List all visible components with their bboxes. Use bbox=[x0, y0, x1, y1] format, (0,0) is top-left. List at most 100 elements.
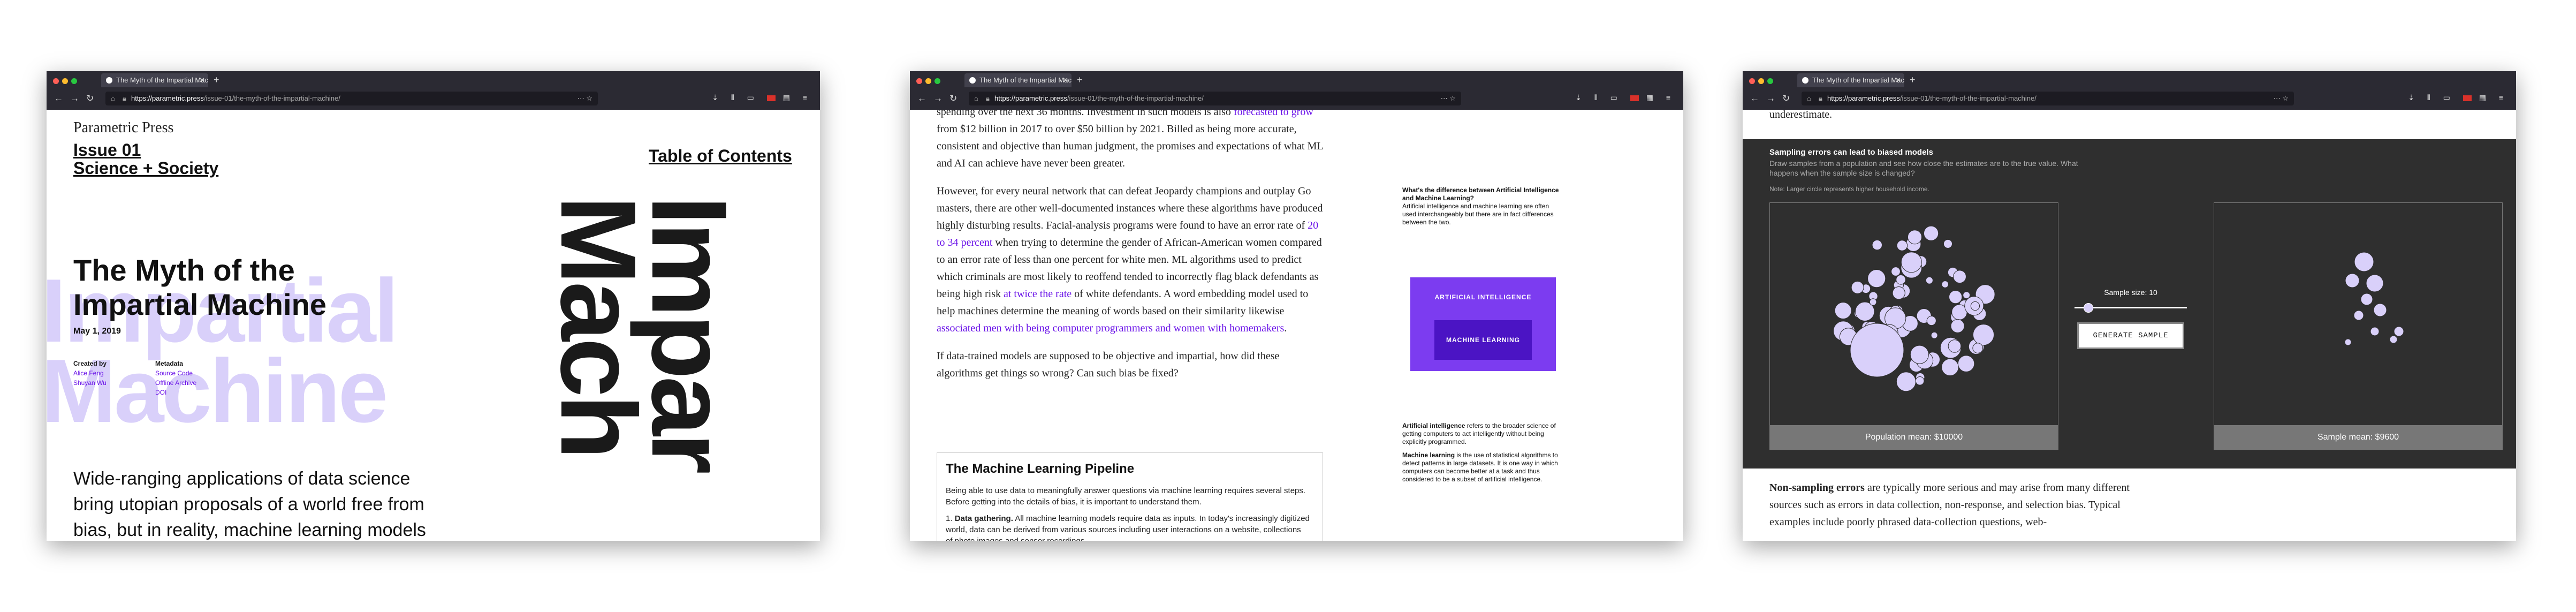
close-window-button[interactable] bbox=[1749, 78, 1755, 84]
sidebar-question: What's the difference between Artificial… bbox=[1402, 186, 1559, 202]
minimize-window-button[interactable] bbox=[925, 78, 931, 84]
authors-block: Created by Alice Feng Shuyan Wu bbox=[73, 359, 107, 388]
back-button[interactable]: ← bbox=[1750, 93, 1759, 104]
viz-subtitle: Draw samples from a population and see h… bbox=[1769, 159, 2078, 177]
section-link[interactable]: Science + Society bbox=[73, 159, 218, 177]
rotated-word-mach: Mach bbox=[538, 195, 658, 457]
household-circle bbox=[1907, 230, 1922, 245]
page-content: Impartial Machine Parametric Press Issue… bbox=[47, 110, 820, 541]
bookmark-star-icon[interactable]: ⋯ ☆ bbox=[1441, 92, 1456, 105]
zoom-window-button[interactable] bbox=[71, 78, 77, 84]
close-tab-icon[interactable]: ✕ bbox=[1062, 73, 1068, 87]
bookmark-star-icon[interactable]: ⋯ ☆ bbox=[577, 92, 592, 105]
generate-sample-button[interactable]: GENERATE SAMPLE bbox=[2077, 322, 2184, 349]
minimize-window-button[interactable] bbox=[62, 78, 68, 84]
close-tab-icon[interactable]: ✕ bbox=[199, 73, 205, 87]
page-content: underestimate. Sampling errors can lead … bbox=[1743, 110, 2516, 541]
url-bar[interactable]: ⌂ 🔒︎ https://parametric.press/issue-01/t… bbox=[969, 92, 1461, 105]
browser-chrome: The Myth of the Impartial Mac ✕ + ← → ↻ ⌂… bbox=[47, 71, 820, 110]
url-host: https://parametric.press bbox=[994, 94, 1067, 102]
minimize-window-button[interactable] bbox=[1758, 78, 1764, 84]
browser-window-2: The Myth of the Impartial Mac ✕ + ← → ↻ ⌂… bbox=[910, 71, 1683, 541]
box-list-item: 1. Data gathering. All machine learning … bbox=[946, 513, 1310, 541]
twice-rate-link[interactable]: at twice the rate bbox=[1004, 288, 1072, 300]
sample-panel: Sample mean: $9600 bbox=[2214, 202, 2503, 450]
forward-button[interactable]: → bbox=[1766, 93, 1775, 104]
home-icon[interactable]: ⌂ bbox=[974, 92, 978, 105]
doi-link[interactable]: DOI bbox=[155, 388, 196, 397]
forward-button[interactable]: → bbox=[70, 93, 79, 104]
sidebar-note: What's the difference between Artificial… bbox=[1402, 186, 1563, 226]
browser-chrome: The Myth of the Impartial Mac ✕ + ← → ↻ ⌂… bbox=[910, 71, 1683, 110]
offline-archive-link[interactable]: Offline Archive bbox=[155, 378, 196, 388]
close-window-button[interactable] bbox=[916, 78, 922, 84]
new-tab-button[interactable]: + bbox=[1910, 74, 1916, 86]
browser-window-3: The Myth of the Impartial Mac ✕ + ← → ↻ ⌂… bbox=[1743, 71, 2516, 541]
back-button[interactable]: ← bbox=[54, 93, 63, 104]
household-circle bbox=[2345, 273, 2360, 288]
definitions: Artificial intelligence refers to the br… bbox=[1402, 422, 1563, 483]
metadata-label: Metadata bbox=[155, 360, 184, 367]
reload-button[interactable]: ↻ bbox=[949, 93, 957, 104]
zoom-window-button[interactable] bbox=[1767, 78, 1773, 84]
toolbar-icons[interactable]: ⇣ ⫴ ▭ ▦ ≡ bbox=[1575, 93, 1676, 102]
table-of-contents-link[interactable]: Table of Contents bbox=[649, 146, 792, 166]
back-button[interactable]: ← bbox=[917, 93, 926, 104]
rotated-title-decoration: Impar Mach bbox=[538, 195, 749, 471]
home-icon[interactable]: ⌂ bbox=[111, 92, 115, 105]
close-window-button[interactable] bbox=[53, 78, 59, 84]
url-bar[interactable]: ⌂ 🔒︎ https://parametric.press/issue-01/t… bbox=[1802, 92, 2294, 105]
household-circle bbox=[1896, 240, 1908, 251]
lock-icon: 🔒︎ bbox=[123, 94, 126, 102]
sample-controls: Sample size: 10 GENERATE SAMPLE bbox=[2058, 288, 2203, 349]
ai-label: ARTIFICIAL INTELLIGENCE bbox=[1434, 293, 1532, 301]
browser-tab[interactable]: The Myth of the Impartial Mac ✕ bbox=[1797, 73, 1904, 87]
population-mean-label: Population mean: $10000 bbox=[1770, 425, 2058, 449]
household-circle bbox=[1931, 331, 1938, 339]
box-title: The Machine Learning Pipeline bbox=[946, 462, 1135, 476]
toolbar-icons[interactable]: ⇣ ⫴ ▭ ▦ ≡ bbox=[712, 93, 812, 102]
reload-button[interactable]: ↻ bbox=[86, 93, 94, 104]
sample-size-slider[interactable] bbox=[2075, 302, 2187, 313]
toolbar-icons[interactable]: ⇣ ⫴ ▭ ▦ ≡ bbox=[2408, 93, 2509, 102]
household-circle bbox=[1926, 315, 1936, 326]
forward-button[interactable]: → bbox=[933, 93, 943, 104]
new-tab-button[interactable]: + bbox=[1077, 74, 1083, 86]
site-brand[interactable]: Parametric Press bbox=[73, 119, 173, 137]
new-tab-button[interactable]: + bbox=[214, 74, 219, 86]
url-host: https://parametric.press bbox=[131, 94, 204, 102]
household-circle bbox=[1851, 281, 1864, 294]
word-embedding-link[interactable]: associated men with being computer progr… bbox=[937, 322, 1284, 334]
source-code-link[interactable]: Source Code bbox=[155, 368, 196, 378]
household-circle bbox=[1850, 323, 1904, 377]
issue-link[interactable]: Issue 01 bbox=[73, 141, 218, 159]
favicon-icon bbox=[106, 77, 112, 84]
household-circle bbox=[1834, 302, 1852, 320]
home-icon[interactable]: ⌂ bbox=[1807, 92, 1811, 105]
household-circle bbox=[2353, 310, 2364, 321]
bookmark-star-icon[interactable]: ⋯ ☆ bbox=[2274, 92, 2289, 105]
household-circle bbox=[2373, 303, 2387, 317]
slider-thumb[interactable] bbox=[2084, 303, 2094, 313]
zoom-window-button[interactable] bbox=[934, 78, 940, 84]
forecast-link[interactable]: forecasted to grow bbox=[1234, 110, 1313, 118]
url-path: /issue-01/the-myth-of-the-impartial-mach… bbox=[203, 94, 340, 102]
author-link[interactable]: Shuyan Wu bbox=[73, 378, 107, 388]
reload-button[interactable]: ↻ bbox=[1782, 93, 1790, 104]
household-circle bbox=[1872, 239, 1882, 251]
household-circle bbox=[1867, 269, 1886, 288]
sidebar-question-text: Artificial intelligence and machine lear… bbox=[1402, 202, 1554, 226]
browser-tab[interactable]: The Myth of the Impartial Mac ✕ bbox=[964, 73, 1072, 87]
close-tab-icon[interactable]: ✕ bbox=[1895, 73, 1901, 87]
household-circle bbox=[2389, 335, 2398, 344]
browser-tab[interactable]: The Myth of the Impartial Mac ✕ bbox=[101, 73, 208, 87]
household-circle bbox=[1949, 290, 1963, 304]
box-text: Being able to use data to meaningfully a… bbox=[946, 486, 1306, 507]
household-circle bbox=[1970, 301, 1980, 311]
url-bar[interactable]: ⌂ 🔒︎ https://parametric.press/issue-01/t… bbox=[105, 92, 598, 105]
household-circle bbox=[1950, 319, 1965, 333]
household-circle bbox=[2370, 327, 2380, 336]
sample-circles bbox=[2344, 252, 2404, 346]
lock-icon: 🔒︎ bbox=[1819, 94, 1822, 102]
author-link[interactable]: Alice Feng bbox=[73, 368, 107, 378]
